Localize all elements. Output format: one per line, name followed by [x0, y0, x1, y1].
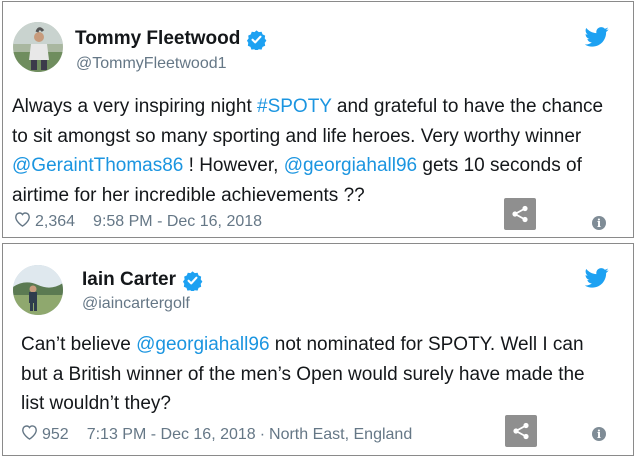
tweet-card[interactable]: Iain Carter @iaincartergolf Can’t believ…	[2, 243, 634, 456]
like-count[interactable]: 2,364	[35, 213, 75, 231]
avatar[interactable]	[13, 265, 63, 315]
verified-badge-icon	[246, 29, 267, 51]
mention-link[interactable]: @GeraintThomas86	[12, 155, 183, 176]
text-segment: Always a very inspiring night	[12, 96, 257, 117]
avatar[interactable]	[13, 22, 63, 72]
avatar-image	[13, 22, 63, 72]
tweet-timestamp[interactable]: 9:58 PM - Dec 16, 2018	[93, 213, 262, 231]
text-segment: ! However,	[183, 155, 284, 176]
share-icon	[513, 422, 529, 440]
tweet-timestamp[interactable]: 7:13 PM - Dec 16, 2018	[87, 426, 256, 444]
author-handle[interactable]: @iaincartergolf	[82, 295, 190, 313]
separator-dot: ·	[259, 425, 266, 443]
twitter-bird-icon[interactable]	[584, 27, 609, 47]
tweet-location[interactable]: North East, England	[269, 426, 412, 444]
tweet-text: Can’t believe @georgiahall96 not nominat…	[21, 330, 613, 419]
text-segment: Can’t believe	[21, 334, 137, 355]
mention-link[interactable]: @georgiahall96	[136, 334, 269, 355]
info-icon[interactable]: i	[592, 427, 606, 441]
author-row[interactable]: Iain Carter	[82, 269, 203, 292]
share-button[interactable]	[504, 198, 536, 230]
author-row[interactable]: Tommy Fleetwood	[75, 28, 267, 51]
mention-link[interactable]: @georgiahall96	[284, 155, 417, 176]
author-handle[interactable]: @TommyFleetwood1	[76, 55, 227, 73]
tweet-footer: 952 7:13 PM - Dec 16, 2018 · North East,…	[21, 424, 412, 445]
heart-icon[interactable]	[14, 211, 35, 232]
twitter-bird-icon[interactable]	[584, 268, 609, 288]
info-icon[interactable]: i	[592, 216, 606, 230]
heart-icon[interactable]	[21, 424, 42, 445]
like-count[interactable]: 952	[42, 426, 69, 444]
author-name[interactable]: Tommy Fleetwood	[75, 28, 240, 50]
tweet-card[interactable]: Tommy Fleetwood @TommyFleetwood1 Always …	[2, 1, 634, 238]
share-button[interactable]	[505, 415, 537, 447]
author-name[interactable]: Iain Carter	[82, 269, 176, 291]
share-icon	[512, 205, 528, 223]
tweet-text: Always a very inspiring night #SPOTY and…	[12, 92, 621, 210]
tweet-footer: 2,364 9:58 PM - Dec 16, 2018	[14, 211, 262, 232]
avatar-image	[13, 265, 63, 315]
verified-badge-icon	[182, 270, 203, 292]
hashtag-link[interactable]: #SPOTY	[257, 96, 332, 117]
